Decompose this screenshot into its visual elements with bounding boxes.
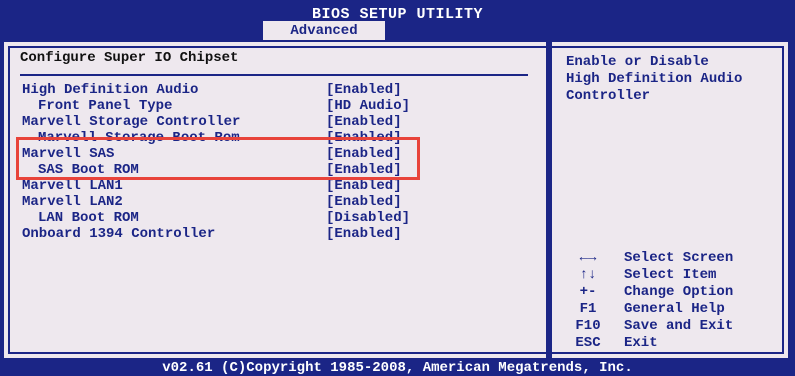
setting-label: Onboard 1394 Controller	[22, 226, 216, 242]
key-desc: General Help	[624, 301, 725, 317]
key-desc: Change Option	[624, 284, 734, 300]
section-underline	[20, 74, 528, 76]
bios-title: BIOS SETUP UTILITY	[311, 6, 484, 23]
setting-value[interactable]: [Enabled]	[326, 226, 402, 242]
setting-marvell-lan2[interactable]: Marvell LAN2 [Enabled]	[22, 194, 402, 210]
key-desc: Save and Exit	[624, 318, 734, 334]
setting-label: Front Panel Type	[38, 98, 173, 114]
panel-divider	[546, 42, 552, 358]
setting-front-panel-type[interactable]: Front Panel Type [HD Audio]	[22, 98, 410, 114]
key-desc: Exit	[624, 335, 658, 351]
title-bar: BIOS SETUP UTILITY Advanced	[0, 0, 795, 40]
setting-label: LAN Boot ROM	[38, 210, 139, 226]
key-legend: ←→ Select Screen ↑↓ Select Item +- Chang…	[564, 250, 784, 352]
up-down-arrows-icon: ↑↓	[579, 267, 597, 283]
key-desc: Select Item	[624, 267, 717, 283]
setting-marvell-lan1[interactable]: Marvell LAN1 [Enabled]	[22, 178, 402, 194]
setting-value[interactable]: [Enabled]	[326, 194, 402, 210]
key-label: +-	[579, 284, 597, 300]
setting-value[interactable]: [Enabled]	[326, 178, 402, 194]
setting-lan-boot-rom[interactable]: LAN Boot ROM [Disabled]	[22, 210, 410, 226]
tab-advanced[interactable]: Advanced	[263, 21, 385, 40]
key-row-save-exit: F10 Save and Exit	[564, 318, 784, 335]
setting-label: Marvell Storage Controller	[22, 114, 241, 130]
key-row-exit: ESC Exit	[564, 335, 784, 352]
key-desc: Select Screen	[624, 250, 734, 266]
help-text: Enable or Disable High Definition Audio …	[566, 54, 776, 105]
key-row-select-screen: ←→ Select Screen	[564, 250, 784, 267]
key-label: F10	[575, 318, 601, 334]
setting-value[interactable]: [HD Audio]	[326, 98, 410, 114]
setting-label: Marvell LAN2	[22, 194, 123, 210]
setting-value[interactable]: [Enabled]	[326, 82, 402, 98]
key-row-general-help: F1 General Help	[564, 301, 784, 318]
key-row-select-item: ↑↓ Select Item	[564, 267, 784, 284]
left-right-arrows-icon: ←→	[579, 250, 597, 266]
setting-value[interactable]: [Enabled]	[326, 114, 402, 130]
section-title: Configure Super IO Chipset	[20, 50, 239, 66]
setting-label: Marvell LAN1	[22, 178, 123, 194]
setting-value[interactable]: [Disabled]	[326, 210, 410, 226]
key-label: ESC	[575, 335, 601, 351]
setting-marvell-storage-controller[interactable]: Marvell Storage Controller [Enabled]	[22, 114, 402, 130]
key-label: F1	[579, 301, 597, 317]
setting-high-definition-audio[interactable]: High Definition Audio [Enabled]	[22, 82, 402, 98]
help-line: Controller	[566, 88, 651, 104]
setting-onboard-1394-controller[interactable]: Onboard 1394 Controller [Enabled]	[22, 226, 402, 242]
highlight-box	[16, 137, 420, 180]
help-line: Enable or Disable	[566, 54, 709, 70]
key-row-change-option: +- Change Option	[564, 284, 784, 301]
help-line: High Definition Audio	[566, 71, 743, 87]
copyright-footer: v02.61 (C)Copyright 1985-2008, American …	[162, 360, 633, 376]
setting-label: High Definition Audio	[22, 82, 199, 98]
main-frame: Configure Super IO Chipset High Definiti…	[2, 40, 790, 360]
